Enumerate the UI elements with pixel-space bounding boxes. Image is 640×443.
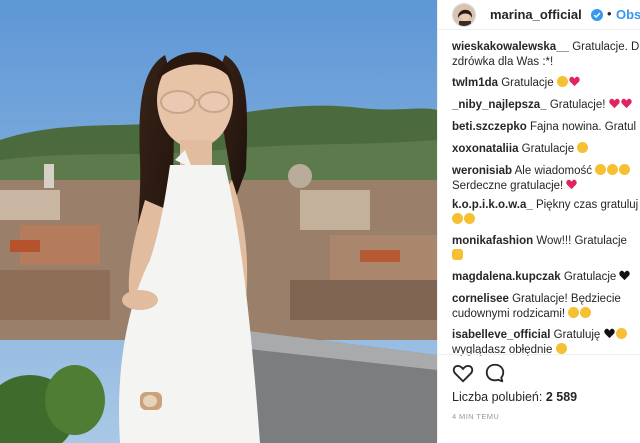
comment-item: beti.szczepko Fajna nowina. Gratul	[452, 120, 640, 135]
follow-button[interactable]: Observuj	[616, 7, 640, 22]
black-heart-icon	[603, 328, 615, 339]
comment-username[interactable]: isabelleve_official	[452, 329, 550, 341]
comment-username[interactable]: wieskakowalewska__	[452, 41, 569, 53]
smile-hearts-emoji	[555, 343, 567, 354]
comment-text: Gratulacje	[501, 77, 554, 89]
comment-text: Gratulacje	[521, 143, 575, 155]
smile-hearts-emoji	[619, 164, 631, 175]
smile-hearts-emoji	[595, 164, 607, 175]
comment-item: cornelisee Gratulacje! Będziecie cudowny…	[452, 292, 640, 322]
smile-hearts-emoji	[452, 213, 463, 224]
heart-outline-icon[interactable]	[452, 362, 474, 384]
red-heart-icon	[608, 98, 620, 109]
smile-hearts-emoji	[464, 213, 475, 224]
red-heart-icon	[620, 98, 632, 109]
smile-hearts-emoji	[577, 142, 589, 153]
avatar[interactable]	[452, 3, 476, 27]
comment-item: twlm1da Gratulacje	[452, 76, 640, 91]
avatar-image	[453, 4, 475, 26]
grinning-emoji	[580, 307, 592, 318]
post-header: marina_official • Observuj	[438, 0, 640, 30]
post-timestamp: 4 MIN TEMU	[452, 412, 500, 421]
comment-text: Wow!!! Gratulacje	[536, 235, 627, 247]
comment-text: Gratulacje!	[549, 99, 606, 111]
comment-text: Fajna nowina. Gratul	[529, 121, 637, 133]
header-separator: •	[607, 6, 612, 21]
verified-badge-icon	[591, 8, 603, 21]
comment-text-continued: zdrówka dla Was :*!	[452, 56, 554, 68]
comment-text-continued: cudownymi rodzicami!	[452, 308, 566, 320]
comment-text: Piękny czas gratuluj	[535, 199, 639, 211]
comment-item: weronisiab Ale wiadomość Serdeczne gratu…	[452, 164, 640, 194]
red-heart-icon	[569, 76, 580, 87]
post-side-panel: marina_official • Observuj wieskakowalew…	[437, 0, 640, 443]
username-link[interactable]: marina_official	[490, 7, 582, 22]
comment-username[interactable]: xoxonataliia	[452, 143, 518, 155]
likes-value: 2 589	[545, 390, 578, 404]
likes-label: Liczba polubień:	[452, 390, 543, 404]
likes-count[interactable]: Liczba polubień: 2 589	[452, 390, 577, 404]
grinning-emoji	[568, 307, 580, 318]
red-heart-icon	[566, 179, 578, 190]
comment-item: _niby_najlepsza_ Gratulacje!	[452, 98, 640, 113]
post-photo[interactable]	[0, 0, 437, 443]
comment-username[interactable]: twlm1da	[452, 77, 498, 89]
comment-item: k.o.p.i.k.o.w.a_ Piękny czas gratuluj	[452, 198, 640, 228]
comment-username[interactable]: weronisiab	[452, 165, 512, 177]
comment-username[interactable]: cornelisee	[452, 293, 509, 305]
smile-hearts-emoji	[556, 76, 568, 87]
comment-text: Gratulacje! Będziecie	[512, 293, 621, 305]
black-heart-icon	[619, 270, 631, 281]
comment-text: Gratulacje	[563, 271, 617, 283]
comment-text: Gratulacje. Du	[572, 41, 640, 53]
smile-hearts-emoji	[615, 328, 627, 339]
divider	[438, 354, 640, 355]
comment-text: Gratuluję	[553, 329, 601, 341]
comment-item: wieskakowalewska__ Gratulacje. Du zdrówk…	[452, 40, 640, 70]
comment-text-continued: Serdeczne gratulacje!	[452, 180, 564, 192]
comment-text: Ale wiadomość	[514, 165, 592, 177]
smile-hearts-emoji	[607, 164, 619, 175]
photo-image	[0, 0, 437, 443]
comment-item: monikafashion Wow!!! Gratulacje	[452, 234, 640, 264]
comment-username[interactable]: magdalena.kupczak	[452, 271, 561, 283]
comment-username[interactable]: k.o.p.i.k.o.w.a_	[452, 199, 533, 211]
comment-item: magdalena.kupczak Gratulacje	[452, 270, 640, 285]
comment-username[interactable]: beti.szczepko	[452, 121, 527, 133]
comment-username[interactable]: monikafashion	[452, 235, 533, 247]
comment-username[interactable]: _niby_najlepsza_	[452, 99, 547, 111]
comment-bubble-icon[interactable]	[484, 362, 506, 384]
comment-item: xoxonataliia Gratulacje	[452, 142, 640, 157]
clapping-hand-emoji	[452, 249, 463, 260]
